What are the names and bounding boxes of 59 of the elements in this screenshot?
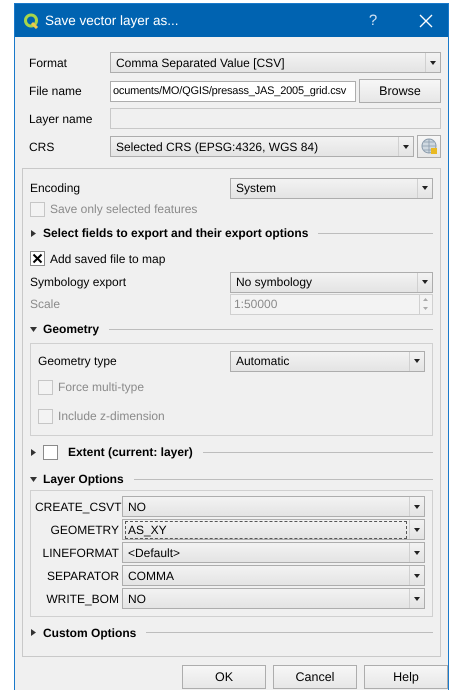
collapse-icon[interactable] bbox=[30, 326, 37, 333]
encoding-dropdown[interactable]: System bbox=[230, 178, 433, 199]
caret-icon bbox=[403, 144, 409, 148]
field-label: Layer name bbox=[29, 112, 94, 126]
browse-button[interactable]: Browse bbox=[359, 79, 441, 103]
expand-icon[interactable] bbox=[30, 448, 37, 456]
app-logo-icon bbox=[23, 12, 39, 28]
option-dropdown[interactable]: <Default> bbox=[122, 542, 425, 564]
field-label: Symbology export bbox=[30, 275, 128, 290]
option-label: WRITE_BOM bbox=[45, 592, 119, 606]
field-label: Format bbox=[29, 56, 68, 70]
field-label: File name bbox=[29, 84, 83, 98]
checkbox[interactable] bbox=[30, 251, 45, 266]
caret-icon bbox=[422, 186, 428, 190]
option-label: LINEFORMAT bbox=[42, 546, 119, 560]
section-title: Select fields to export and their export options bbox=[43, 226, 308, 240]
window-title: Save vector layer as... bbox=[45, 13, 180, 28]
globe-icon[interactable] bbox=[417, 135, 441, 158]
checkbox-label: Include z-dimension bbox=[58, 409, 165, 424]
expand-icon[interactable] bbox=[30, 230, 37, 237]
geometry-type-dropdown[interactable]: Automatic bbox=[230, 350, 425, 372]
checkbox[interactable] bbox=[43, 444, 58, 460]
option-dropdown[interactable]: AS_XY bbox=[122, 519, 425, 540]
crs-dropdown[interactable]: Selected CRS (EPSG:4326, WGS 84) bbox=[110, 136, 414, 157]
option-label: GEOMETRY bbox=[50, 522, 119, 537]
checkbox-label: Add saved file to map bbox=[50, 252, 166, 266]
collapse-icon[interactable] bbox=[30, 476, 37, 483]
caret-icon bbox=[414, 574, 420, 578]
caret-icon bbox=[414, 550, 420, 555]
option-dropdown[interactable]: NO bbox=[122, 496, 425, 518]
format-dropdown[interactable]: Comma Separated Value [CSV] bbox=[110, 52, 441, 73]
caret-icon bbox=[422, 280, 428, 284]
close-icon bbox=[419, 14, 433, 28]
help-button[interactable]: ? bbox=[358, 12, 388, 29]
field-label: CRS bbox=[29, 140, 56, 154]
option-dropdown[interactable]: NO bbox=[122, 588, 425, 610]
dialog-button[interactable]: OK bbox=[182, 665, 266, 689]
section-title: Geometry bbox=[43, 322, 100, 336]
caret-icon bbox=[414, 504, 420, 509]
caret-icon bbox=[414, 359, 420, 364]
symbology-dropdown[interactable]: No symbology bbox=[230, 272, 433, 293]
field-label: Encoding bbox=[30, 181, 82, 196]
file-name-field[interactable]: ocuments/MO/QGIS/presass_JAS_2005_grid.csv bbox=[110, 80, 356, 102]
caret-icon bbox=[414, 528, 420, 532]
section-title: Extent (current: layer) bbox=[68, 445, 193, 460]
expand-icon[interactable] bbox=[30, 629, 37, 636]
section-title: Custom Options bbox=[43, 626, 136, 640]
caret-icon bbox=[414, 596, 420, 601]
checkbox-label: Save only selected features bbox=[50, 202, 198, 216]
option-dropdown[interactable]: COMMA bbox=[122, 565, 425, 586]
option-label: SEPARATOR bbox=[46, 568, 119, 583]
field-label: Scale bbox=[30, 297, 62, 312]
dialog-button[interactable]: Cancel bbox=[273, 665, 357, 689]
field-label: Geometry type bbox=[38, 354, 118, 368]
caret-icon bbox=[430, 60, 436, 64]
dialog-button[interactable]: Help bbox=[364, 665, 448, 689]
option-label: CREATE_CSVT bbox=[35, 500, 119, 514]
section-title: Layer Options bbox=[43, 472, 124, 486]
checkbox-label: Force multi-type bbox=[58, 380, 144, 394]
